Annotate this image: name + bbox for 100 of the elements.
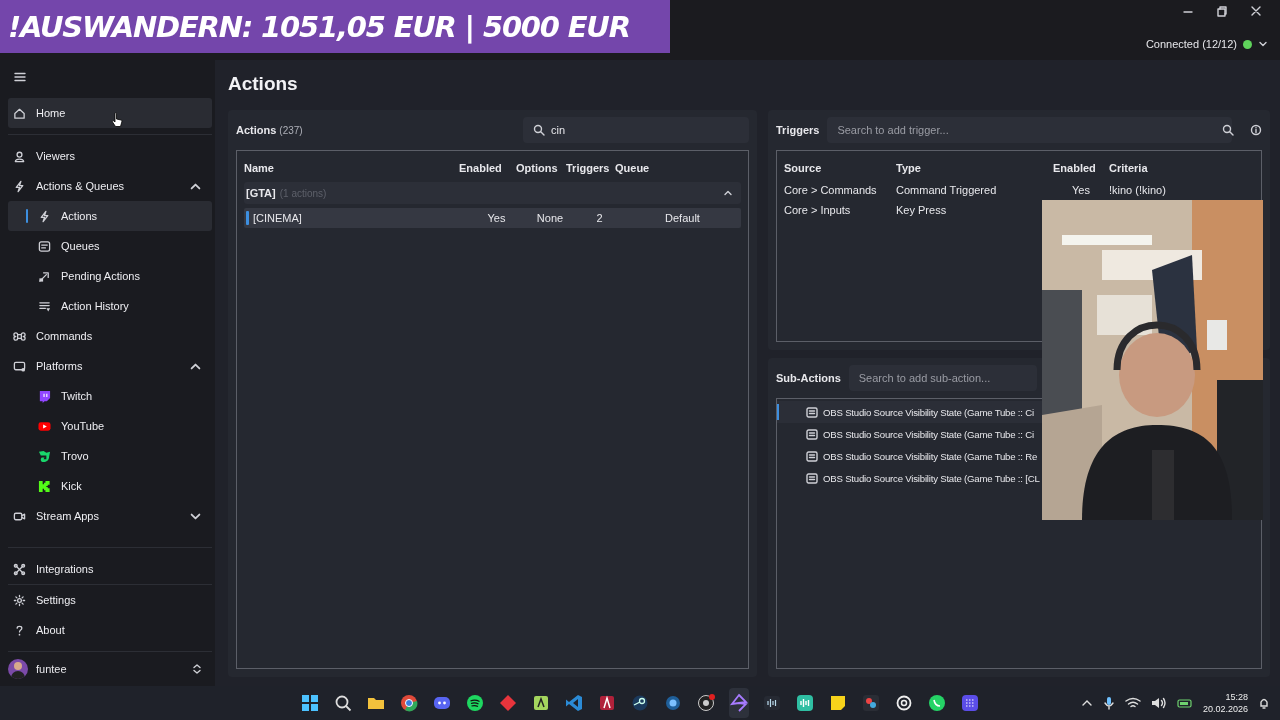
- phone-chat-icon: [927, 693, 947, 713]
- sidebar-item[interactable]: Commands: [8, 321, 212, 351]
- sidebar-item[interactable]: Viewers: [8, 141, 212, 171]
- list-icon: [38, 299, 51, 313]
- chevron-up-icon[interactable]: [723, 188, 733, 198]
- table-cell-text: Command Triggered: [896, 184, 998, 196]
- note-icon: [828, 693, 848, 713]
- table-cell: Yes: [487, 212, 506, 224]
- sub-action-row[interactable]: OBS Studio Source Visibility State (Game Tube :: Ci: [777, 401, 1042, 423]
- window-icon: [806, 428, 818, 440]
- sidebar-item[interactable]: Action History: [8, 291, 212, 321]
- integrations-icon: [13, 562, 26, 576]
- sidebar-item[interactable]: Trovo: [8, 441, 212, 471]
- clock-date[interactable]: 20.02.2026: [1202, 703, 1248, 715]
- sidebar-item[interactable]: Queues: [8, 231, 212, 261]
- audio-wave-icon: [762, 693, 782, 713]
- editor-icon: [861, 693, 881, 713]
- sidebar-item[interactable]: Actions: [8, 201, 212, 231]
- monitor-icon: [13, 359, 26, 373]
- speaker-icon[interactable]: [1150, 697, 1167, 709]
- home-icon: [13, 106, 26, 120]
- table-cell-text: [CINEMA]: [253, 212, 303, 224]
- page-title: Actions: [228, 72, 299, 96]
- sidebar-item[interactable]: Twitch: [8, 381, 212, 411]
- twitch-icon: [38, 389, 51, 403]
- column-header[interactable]: Source: [784, 162, 896, 174]
- menu-icon[interactable]: [14, 72, 26, 82]
- table-cell: None: [536, 212, 564, 224]
- wifi-icon[interactable]: [1124, 697, 1141, 709]
- panel-title: Triggers: [776, 124, 820, 136]
- cursor-icon: [111, 112, 123, 128]
- action-row[interactable]: [CINEMA] Yes None 2 Default: [244, 208, 741, 228]
- grid-app-icon: [960, 693, 980, 713]
- column-header[interactable]: Enabled: [1053, 162, 1109, 174]
- table-cell-text: Key Press: [896, 204, 948, 216]
- sidebar-item[interactable]: Platforms: [8, 351, 212, 381]
- search-field[interactable]: Search to add sub-action...: [848, 365, 1037, 391]
- search-icon: [533, 124, 545, 136]
- bolt-icon: [38, 209, 51, 223]
- column-header[interactable]: Triggers: [566, 162, 615, 174]
- microphone-icon[interactable]: [1102, 696, 1115, 710]
- user-name[interactable]: funtee: [36, 663, 67, 675]
- ring-icon: [663, 693, 683, 713]
- clock-time[interactable]: 15:28: [1225, 691, 1248, 703]
- arrow-icon: [38, 269, 51, 283]
- streamer-app-icon: [729, 693, 749, 713]
- column-header[interactable]: Options: [516, 162, 566, 174]
- action-count: (237): [279, 124, 303, 136]
- diamond-icon: [498, 693, 518, 713]
- sidebar-item[interactable]: Kick: [8, 471, 212, 501]
- queue-icon: [38, 239, 51, 253]
- column-header[interactable]: Queue: [615, 162, 741, 174]
- play-icon: [38, 419, 51, 433]
- column-header[interactable]: Name: [244, 162, 459, 174]
- sidebar-item[interactable]: Stream Apps: [8, 501, 212, 531]
- table-cell-text: Core > Inputs: [784, 204, 852, 216]
- sub-action-row[interactable]: OBS Studio Source Visibility State (Game Tube :: Re: [777, 445, 1042, 467]
- restore-icon[interactable]: [1216, 4, 1228, 20]
- sidebar-item[interactable]: Integrations: [8, 554, 212, 584]
- record-icon: [696, 693, 716, 713]
- column-header[interactable]: Enabled: [459, 162, 516, 174]
- sub-action-row[interactable]: OBS Studio Source Visibility State (Game Tube :: [CL: [777, 467, 1042, 489]
- banner-text: !AUSWANDERN: 1051,05 EUR | 5000 EUR: [8, 9, 630, 44]
- search-field[interactable]: Search to add trigger...: [827, 117, 1232, 143]
- avatar: [8, 659, 28, 679]
- sidebar-item[interactable]: Actions & Queues: [8, 171, 212, 201]
- notification-icon[interactable]: [1258, 696, 1270, 710]
- sidebar-item[interactable]: YouTube: [8, 411, 212, 441]
- expand-icon[interactable]: [192, 663, 202, 675]
- column-header[interactable]: Criteria: [1109, 162, 1254, 174]
- info-icon[interactable]: [1250, 124, 1262, 136]
- connection-status[interactable]: Connected (12/12): [1145, 38, 1237, 50]
- sidebar-item[interactable]: Home: [8, 98, 212, 128]
- letter-tile-icon: [531, 693, 551, 713]
- sub-action-row[interactable]: OBS Studio Source Visibility State (Game Tube :: Ci: [777, 423, 1042, 445]
- chevron-down-icon[interactable]: [1258, 39, 1268, 49]
- dragon-icon: [38, 449, 51, 463]
- audio-wave-icon: [795, 693, 815, 713]
- music-app-icon: [465, 693, 485, 713]
- kick-icon: [38, 479, 51, 493]
- window-icon: [806, 450, 818, 462]
- sidebar-item[interactable]: Settings: [8, 585, 212, 615]
- letter-tile-icon: [597, 693, 617, 713]
- command-icon: [13, 329, 26, 343]
- sidebar-item[interactable]: Pending Actions: [8, 261, 212, 291]
- battery-icon[interactable]: [1176, 697, 1193, 709]
- settings-icon: [13, 593, 26, 607]
- start-icon: [300, 693, 320, 713]
- browser-icon: [399, 693, 419, 713]
- window-icon: [806, 406, 818, 418]
- table-cell: Yes: [1072, 184, 1090, 196]
- user-icon: [13, 149, 26, 163]
- sidebar-item[interactable]: About: [8, 615, 212, 645]
- bolt-icon: [13, 179, 26, 193]
- table-cell-text: !kino (!kino): [1109, 184, 1167, 196]
- panel-title: Sub-Actions: [776, 372, 841, 384]
- table-cell-text: Core > Commands: [784, 184, 878, 196]
- table-cell: Default: [665, 212, 700, 224]
- column-header[interactable]: Type: [896, 162, 1053, 174]
- search-field[interactable]: cin: [523, 117, 749, 143]
